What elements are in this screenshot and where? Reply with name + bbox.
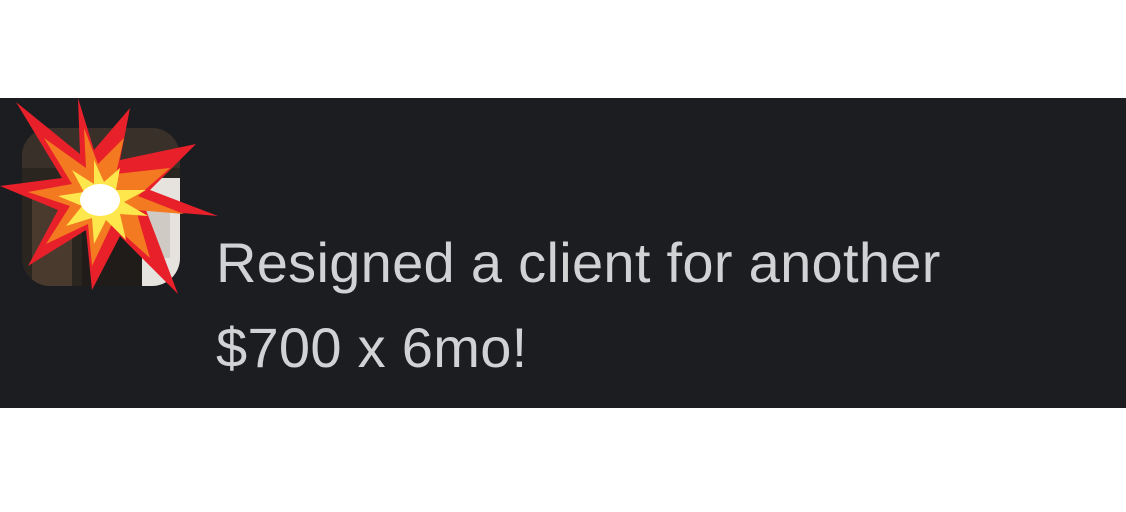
- page: Resigned a client for another $700 x 6mo…: [0, 0, 1126, 512]
- message-panel: Resigned a client for another $700 x 6mo…: [0, 98, 1126, 408]
- message-text: Resigned a client for another $700 x 6mo…: [216, 220, 1096, 390]
- collision-icon: [0, 98, 218, 294]
- message-line-2: $700 x 6mo!: [216, 316, 528, 379]
- message-line-1: Resigned a client for another: [216, 231, 941, 294]
